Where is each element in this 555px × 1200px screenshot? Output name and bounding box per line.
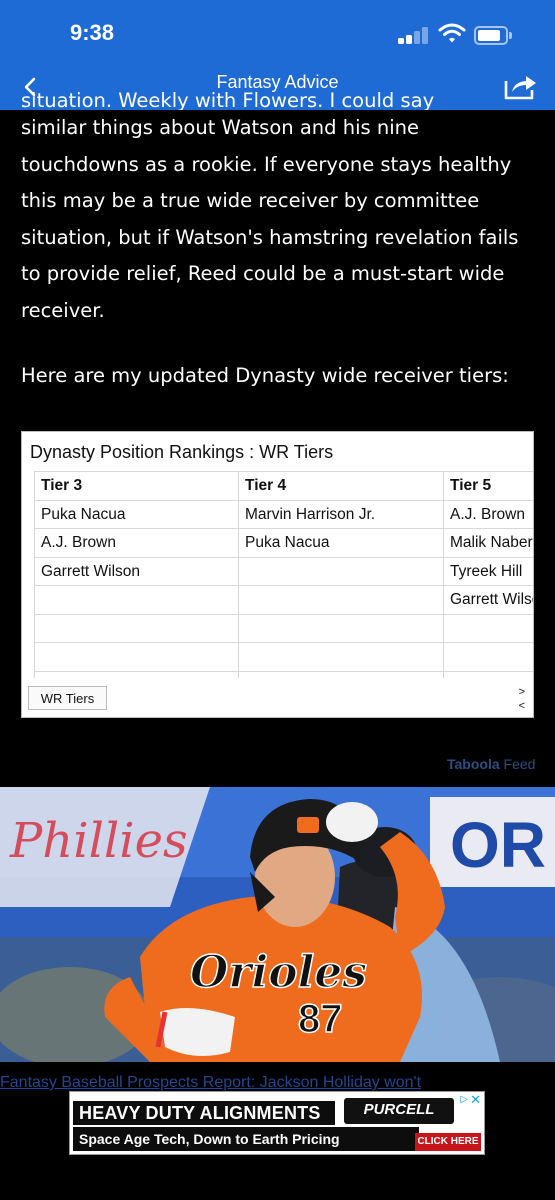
table-row: Puka Nacua Marvin Harrison Jr. A.J. Brow… — [34, 499, 533, 529]
table-cell: Tyreek Hill — [443, 557, 533, 586]
table-cell — [443, 643, 533, 672]
table-cell: Puka Nacua — [34, 500, 238, 529]
table-cell — [443, 671, 533, 678]
table-cell — [34, 614, 238, 643]
table-row: Garrett Wilson — [34, 585, 533, 615]
svg-text:87: 87 — [298, 997, 343, 1041]
table-row: A.J. Brown Puka Nacua Malik Nabers — [34, 528, 533, 558]
feed-item-photo[interactable]: Phillies OR Orioles 87 — [0, 787, 555, 1062]
column-header: Tier 3 — [34, 472, 238, 501]
ad-brand-logo: PURCELL — [344, 1098, 454, 1124]
battery-icon — [474, 26, 512, 45]
table-row — [34, 642, 533, 672]
signal-icon — [398, 26, 430, 44]
wifi-icon — [438, 23, 466, 43]
prev-sheet-arrow[interactable]: < — [519, 699, 525, 713]
status-time: 9:38 — [70, 20, 115, 45]
table-cell — [238, 586, 443, 615]
ad-headline: HEAVY DUTY ALIGNMENTS — [73, 1101, 335, 1125]
table-cell — [238, 557, 443, 586]
status-bar: 9:38 — [0, 0, 555, 64]
feed-item-headline[interactable]: Fantasy Baseball Prospects Report: Jacks… — [0, 1074, 555, 1092]
baseball-player-image: Phillies OR Orioles 87 — [0, 787, 555, 1062]
column-header: Tier 5 — [443, 472, 533, 501]
nav-title: Fantasy Advice — [216, 72, 339, 92]
article-paragraph-tiers-intro: Here are my updated Dynasty wide receive… — [21, 364, 509, 387]
next-sheet-arrow[interactable]: > — [519, 685, 525, 699]
svg-text:Orioles: Orioles — [190, 947, 367, 998]
table-cell — [34, 643, 238, 672]
table-cell — [238, 643, 443, 672]
sheet-tab-wr-tiers[interactable]: WR Tiers — [28, 686, 107, 710]
ad-close-icon[interactable]: ✕ — [470, 1092, 481, 1108]
ad-click-here-button[interactable]: CLICK HERE — [415, 1133, 481, 1151]
table-row — [34, 613, 533, 643]
table-cell — [443, 614, 533, 643]
rankings-table-widget: Dynasty Position Rankings : WR Tiers Tie… — [21, 431, 534, 718]
table-cell — [238, 614, 443, 643]
table-cell: Marvin Harrison Jr. — [238, 500, 443, 529]
svg-text:OR: OR — [450, 809, 546, 881]
table-cell — [238, 671, 443, 678]
taboola-feed-text: Feed — [503, 756, 536, 772]
taboola-feed-label[interactable]: Taboola Feed — [447, 756, 535, 772]
table-row: Garrett Wilson Tyreek Hill — [34, 556, 533, 586]
table-header-row: Tier 3 Tier 4 Tier 5 — [34, 471, 533, 501]
table-cell: A.J. Brown — [443, 500, 533, 529]
table-cell: Puka Nacua — [238, 529, 443, 558]
banner-ad[interactable]: HEAVY DUTY ALIGNMENTS Space Age Tech, Do… — [69, 1091, 485, 1155]
sheet-nav-arrows: > < — [519, 685, 525, 713]
column-header: Tier 4 — [238, 472, 443, 501]
table-cell: Garrett Wilson — [34, 557, 238, 586]
table-cell: Garrett Wilson — [443, 586, 533, 615]
svg-text:Phillies: Phillies — [9, 813, 188, 869]
tier-grid: Tier 3 Tier 4 Tier 5 Puka Nacua Marvin H… — [34, 471, 533, 678]
table-row — [34, 670, 533, 678]
article-paragraph: similar things about Watson and his nine… — [21, 116, 519, 322]
widget-title: Dynasty Position Rankings : WR Tiers — [30, 442, 334, 462]
ad-info-icon[interactable]: ▷ — [460, 1094, 468, 1105]
taboola-logo: Taboola — [447, 756, 500, 772]
table-cell: A.J. Brown — [34, 529, 238, 558]
table-cell: Malik Nabers — [443, 529, 533, 558]
ad-tagline: Space Age Tech, Down to Earth Pricing — [73, 1127, 419, 1151]
table-cell — [34, 586, 238, 615]
article-partial-line: situation. Weekly with Flowers. I could … — [21, 92, 435, 110]
table-cell — [34, 671, 238, 678]
